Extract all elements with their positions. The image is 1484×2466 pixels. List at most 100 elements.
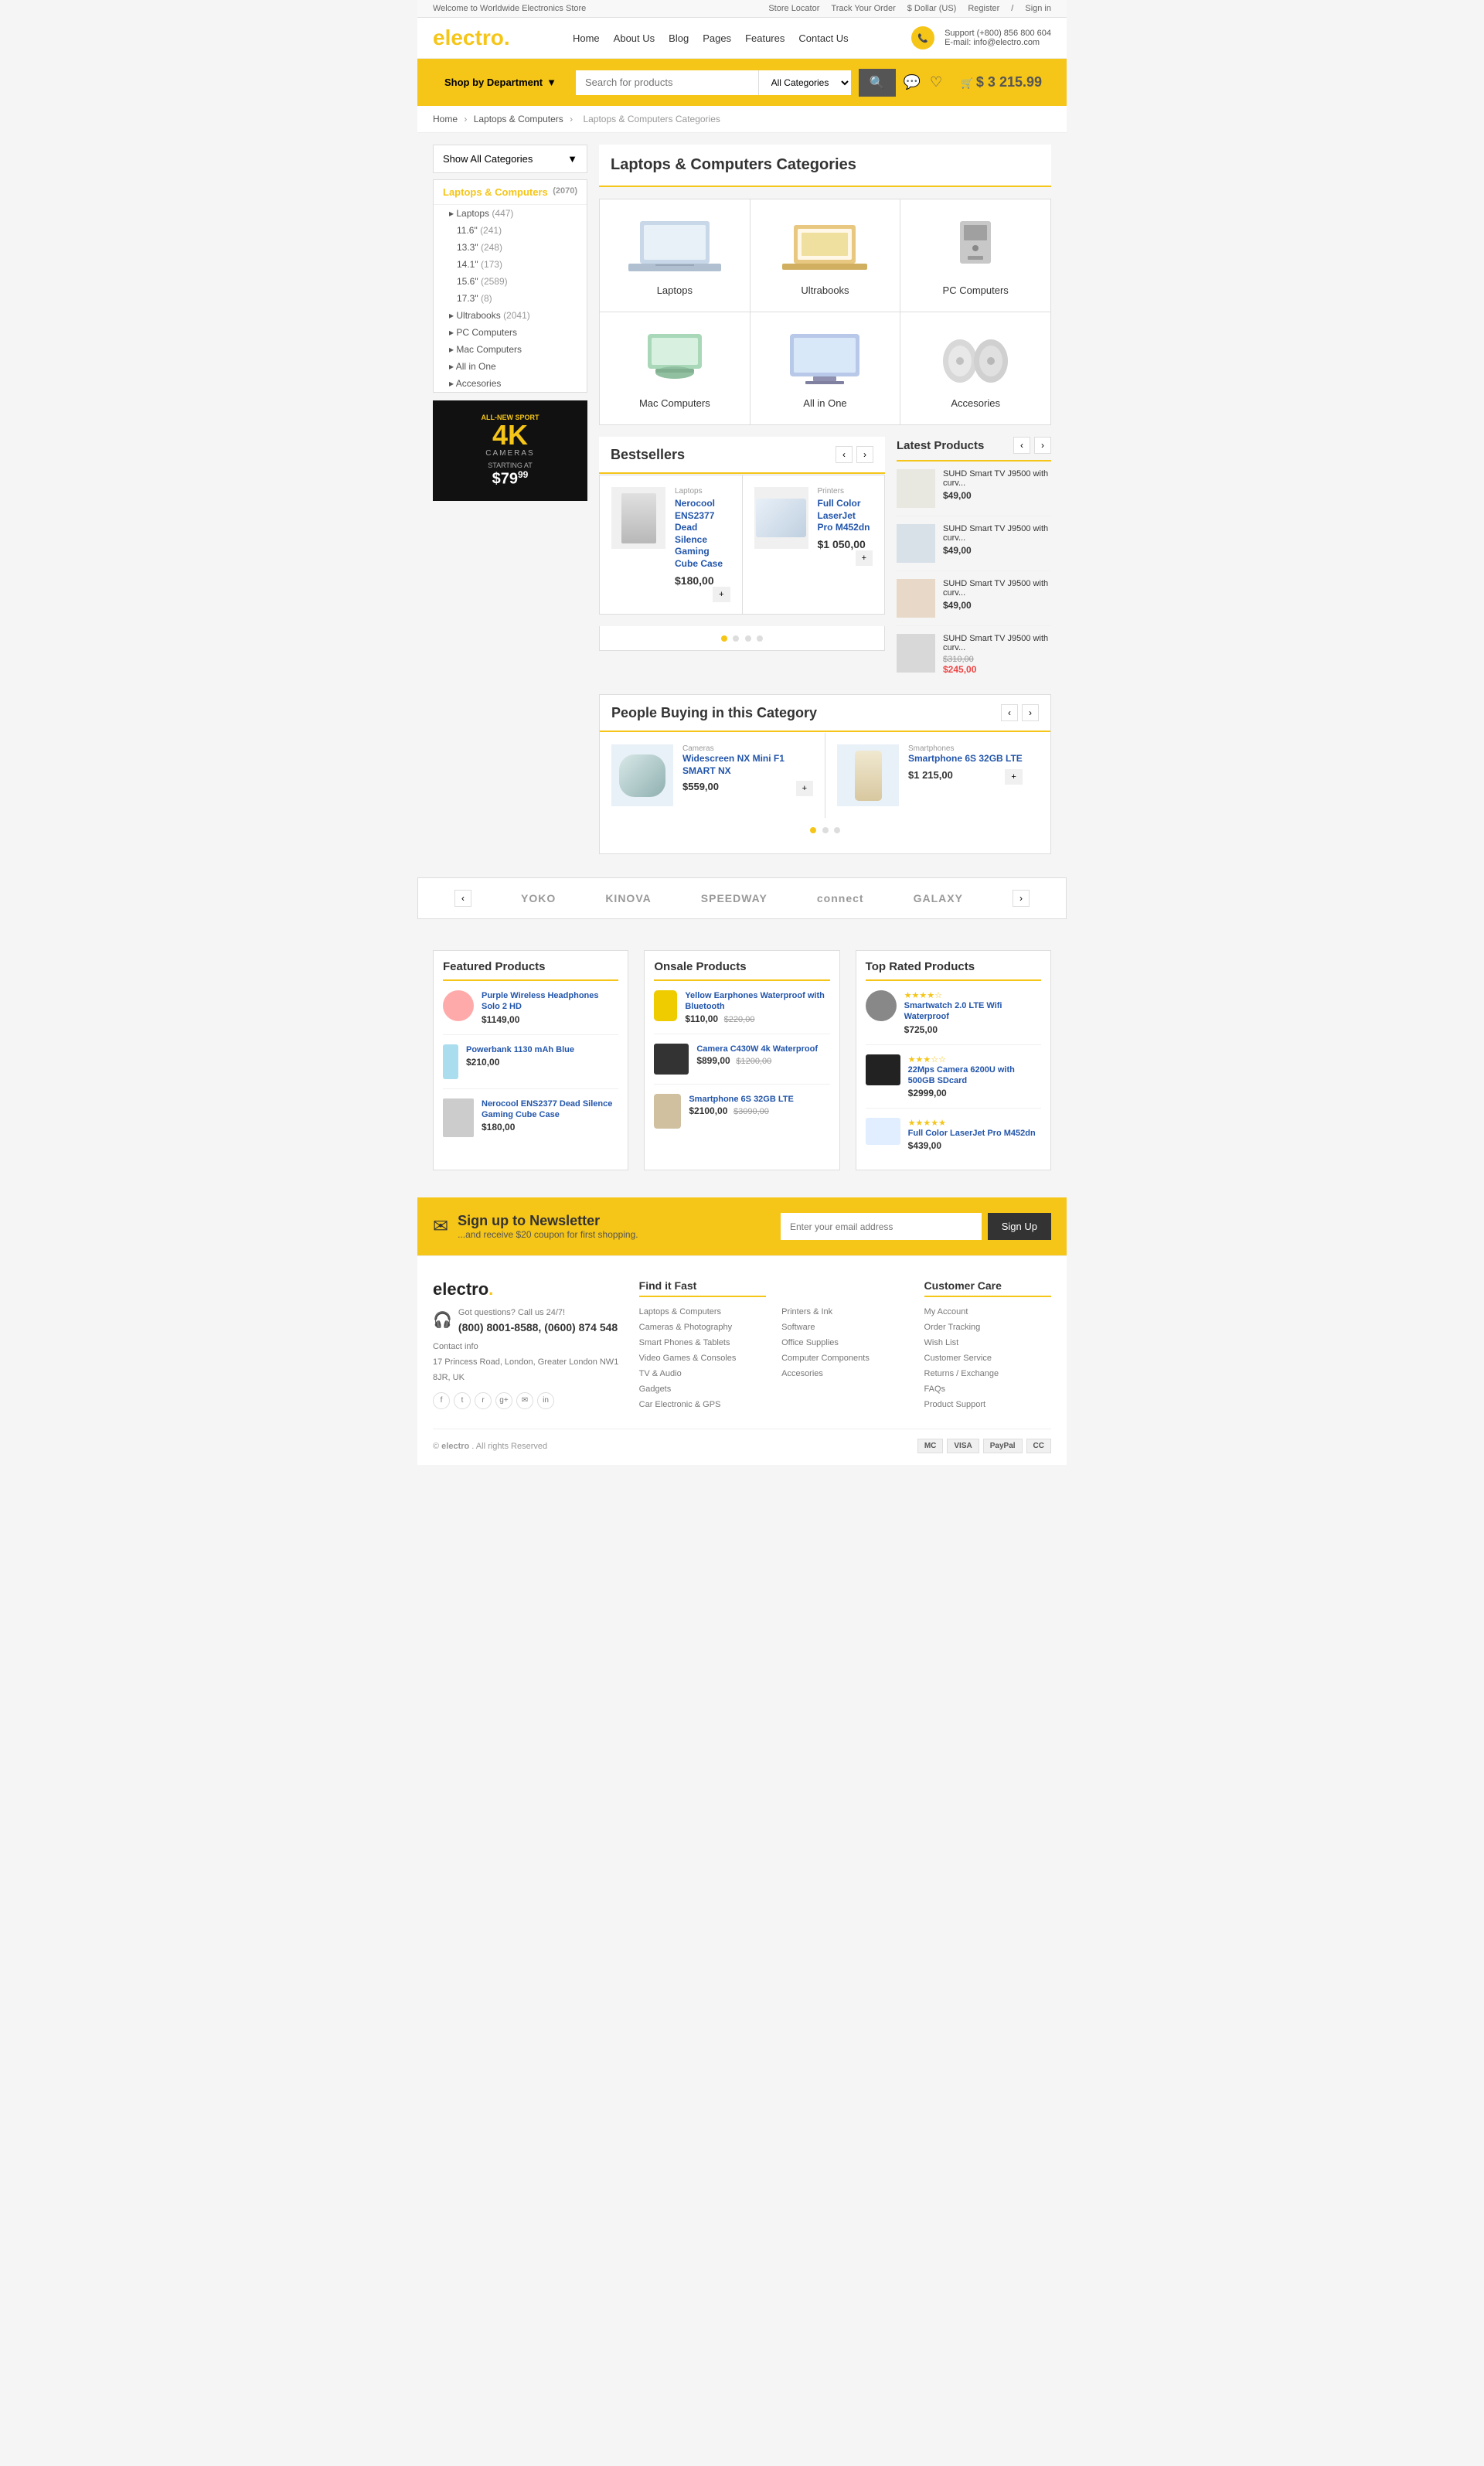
featured-name-2[interactable]: Nerocool ENS2377 Dead Silence Gaming Cub… bbox=[482, 1098, 618, 1121]
store-locator[interactable]: Store Locator bbox=[768, 4, 819, 13]
footer-link-faqs[interactable]: FAQs bbox=[924, 1385, 946, 1394]
people-add-1[interactable]: + bbox=[1005, 769, 1022, 785]
onsale-products-column: Onsale Products Yellow Earphones Waterpr… bbox=[644, 950, 839, 1170]
brands-next[interactable]: › bbox=[1013, 890, 1030, 907]
cart-button[interactable]: 🛒 $ 3 215.99 bbox=[951, 68, 1051, 97]
footer-link-tv[interactable]: TV & Audio bbox=[639, 1369, 682, 1378]
featured-name-0[interactable]: Purple Wireless Headphones Solo 2 HD bbox=[482, 990, 618, 1013]
brand-speedway[interactable]: SPEEDWAY bbox=[701, 892, 768, 904]
top-rated-name-2[interactable]: Full Color LaserJet Pro M452dn bbox=[908, 1128, 1036, 1139]
show-categories-button[interactable]: Show All Categories ▼ bbox=[433, 145, 587, 173]
footer-link-myaccount[interactable]: My Account bbox=[924, 1307, 968, 1316]
wishlist-icon[interactable]: ♡ bbox=[930, 74, 942, 90]
nav-contact[interactable]: Contact Us bbox=[798, 32, 848, 44]
stars-0: ★★★★☆ bbox=[904, 990, 1041, 1000]
nav-pages[interactable]: Pages bbox=[703, 32, 731, 44]
linkedin-icon[interactable]: in bbox=[537, 1392, 554, 1409]
onsale-name-2[interactable]: Smartphone 6S 32GB LTE bbox=[689, 1094, 794, 1105]
footer-link-printers[interactable]: Printers & Ink bbox=[781, 1307, 832, 1316]
sidebar-item-14[interactable]: 14.1" (173) bbox=[434, 256, 587, 273]
sidebar-item-laptops[interactable]: ▸ Laptops (447) bbox=[434, 205, 587, 222]
sidebar-item-13[interactable]: 13.3" (248) bbox=[434, 239, 587, 256]
onsale-name-0[interactable]: Yellow Earphones Waterproof with Bluetoo… bbox=[685, 990, 829, 1013]
logo[interactable]: electro. bbox=[433, 26, 510, 50]
sidebar-item-allinone[interactable]: ▸ All in One bbox=[434, 358, 587, 375]
twitter-icon[interactable]: t bbox=[454, 1392, 471, 1409]
sidebar-item-11[interactable]: 11.6" (241) bbox=[434, 222, 587, 239]
footer-link-office[interactable]: Office Supplies bbox=[781, 1338, 839, 1347]
footer-link-returns[interactable]: Returns / Exchange bbox=[924, 1369, 999, 1378]
newsletter-email[interactable] bbox=[781, 1213, 982, 1240]
onsale-name-1[interactable]: Camera C430W 4k Waterproof bbox=[696, 1044, 818, 1054]
category-card-ultrabooks[interactable]: Ultrabooks bbox=[751, 199, 900, 312]
add-to-cart-1[interactable]: + bbox=[856, 550, 873, 566]
category-card-allinone[interactable]: All in One bbox=[751, 312, 900, 424]
nav-blog[interactable]: Blog bbox=[669, 32, 689, 44]
breadcrumb-home[interactable]: Home bbox=[433, 114, 458, 124]
category-card-pc[interactable]: PC Computers bbox=[900, 199, 1050, 312]
people-prev[interactable]: ‹ bbox=[1001, 704, 1018, 721]
featured-name-1[interactable]: Powerbank 1130 mAh Blue bbox=[466, 1044, 574, 1055]
search-input[interactable] bbox=[576, 70, 758, 95]
google-plus-icon[interactable]: g+ bbox=[495, 1392, 512, 1409]
category-card-mac[interactable]: Mac Computers bbox=[600, 312, 750, 424]
nav-about[interactable]: About Us bbox=[614, 32, 655, 44]
track-order[interactable]: Track Your Order bbox=[831, 4, 895, 13]
currency-selector[interactable]: $ Dollar (US) bbox=[907, 4, 957, 13]
register-link[interactable]: Register bbox=[968, 4, 999, 13]
footer-link-tracking[interactable]: Order Tracking bbox=[924, 1323, 981, 1332]
top-rated-name-0[interactable]: Smartwatch 2.0 LTE Wifi Waterproof bbox=[904, 1000, 1041, 1023]
footer-link-smartphones[interactable]: Smart Phones & Tablets bbox=[639, 1338, 730, 1347]
nav-home[interactable]: Home bbox=[573, 32, 600, 44]
breadcrumb-laptops[interactable]: Laptops & Computers bbox=[474, 114, 563, 124]
bestsellers-prev[interactable]: ‹ bbox=[836, 446, 853, 463]
rss-icon[interactable]: r bbox=[475, 1392, 492, 1409]
footer-link-software[interactable]: Software bbox=[781, 1323, 815, 1332]
bestseller-name-0[interactable]: Nerocool ENS2377 Dead Silence Gaming Cub… bbox=[675, 498, 730, 571]
sidebar-item-15[interactable]: 15.6" (2589) bbox=[434, 273, 587, 290]
people-name-1[interactable]: Smartphone 6S 32GB LTE bbox=[908, 753, 1023, 765]
bestseller-name-1[interactable]: Full Color LaserJet Pro M452dn bbox=[818, 498, 873, 534]
category-select[interactable]: All Categories bbox=[758, 70, 851, 95]
latest-prev[interactable]: ‹ bbox=[1013, 437, 1030, 454]
footer-link-laptops[interactable]: Laptops & Computers bbox=[639, 1307, 721, 1316]
newsletter-icon: ✉ bbox=[433, 1215, 448, 1238]
sidebar-item-mac[interactable]: ▸ Mac Computers bbox=[434, 341, 587, 358]
footer-link-games[interactable]: Video Games & Consoles bbox=[639, 1354, 737, 1363]
brand-galaxy[interactable]: GALAXY bbox=[914, 892, 963, 904]
add-to-cart-0[interactable]: + bbox=[713, 587, 730, 602]
latest-next[interactable]: › bbox=[1034, 437, 1051, 454]
sidebar-item-accessories[interactable]: ▸ Accesories bbox=[434, 375, 587, 392]
sidebar-item-17[interactable]: 17.3" (8) bbox=[434, 290, 587, 307]
nav-features[interactable]: Features bbox=[745, 32, 785, 44]
bestsellers-next[interactable]: › bbox=[856, 446, 873, 463]
brand-kinova[interactable]: KINOVA bbox=[605, 892, 651, 904]
top-rated-name-1[interactable]: 22Mps Camera 6200U with 500GB SDcard bbox=[908, 1064, 1041, 1087]
category-card-laptops[interactable]: Laptops bbox=[600, 199, 750, 312]
sidebar-item-ultrabooks[interactable]: ▸ Ultrabooks (2041) bbox=[434, 307, 587, 324]
people-name-0[interactable]: Widescreen NX Mini F1 SMART NX bbox=[682, 753, 813, 777]
footer-link-components[interactable]: Computer Components bbox=[781, 1354, 870, 1363]
brands-prev[interactable]: ‹ bbox=[454, 890, 471, 907]
footer-link-accessories-f[interactable]: Accesories bbox=[781, 1369, 823, 1378]
chat-icon[interactable]: 💬 bbox=[904, 74, 921, 90]
footer-link-support[interactable]: Product Support bbox=[924, 1400, 986, 1409]
footer-link-car[interactable]: Car Electronic & GPS bbox=[639, 1400, 721, 1409]
signin-link[interactable]: Sign in bbox=[1025, 4, 1051, 13]
brand-yoko[interactable]: YOKO bbox=[521, 892, 556, 904]
people-add-0[interactable]: + bbox=[796, 781, 813, 796]
newsletter-signup-button[interactable]: Sign Up bbox=[988, 1213, 1051, 1240]
shop-by-department-button[interactable]: Shop by Department ▼ bbox=[433, 70, 568, 94]
category-card-accessories[interactable]: Accesories bbox=[900, 312, 1050, 424]
sidebar-item-laptops-computers[interactable]: Laptops & Computers (2070) bbox=[434, 180, 587, 205]
footer-link-cameras[interactable]: Cameras & Photography bbox=[639, 1323, 732, 1332]
facebook-icon[interactable]: f bbox=[433, 1392, 450, 1409]
footer-link-gadgets[interactable]: Gadgets bbox=[639, 1385, 672, 1394]
people-next[interactable]: › bbox=[1022, 704, 1039, 721]
email-icon[interactable]: ✉ bbox=[516, 1392, 533, 1409]
footer-link-wishlist[interactable]: Wish List bbox=[924, 1338, 959, 1347]
search-button[interactable]: 🔍 bbox=[859, 69, 896, 97]
brand-connect[interactable]: connect bbox=[817, 892, 864, 904]
footer-link-service[interactable]: Customer Service bbox=[924, 1354, 992, 1363]
sidebar-item-pc[interactable]: ▸ PC Computers bbox=[434, 324, 587, 341]
